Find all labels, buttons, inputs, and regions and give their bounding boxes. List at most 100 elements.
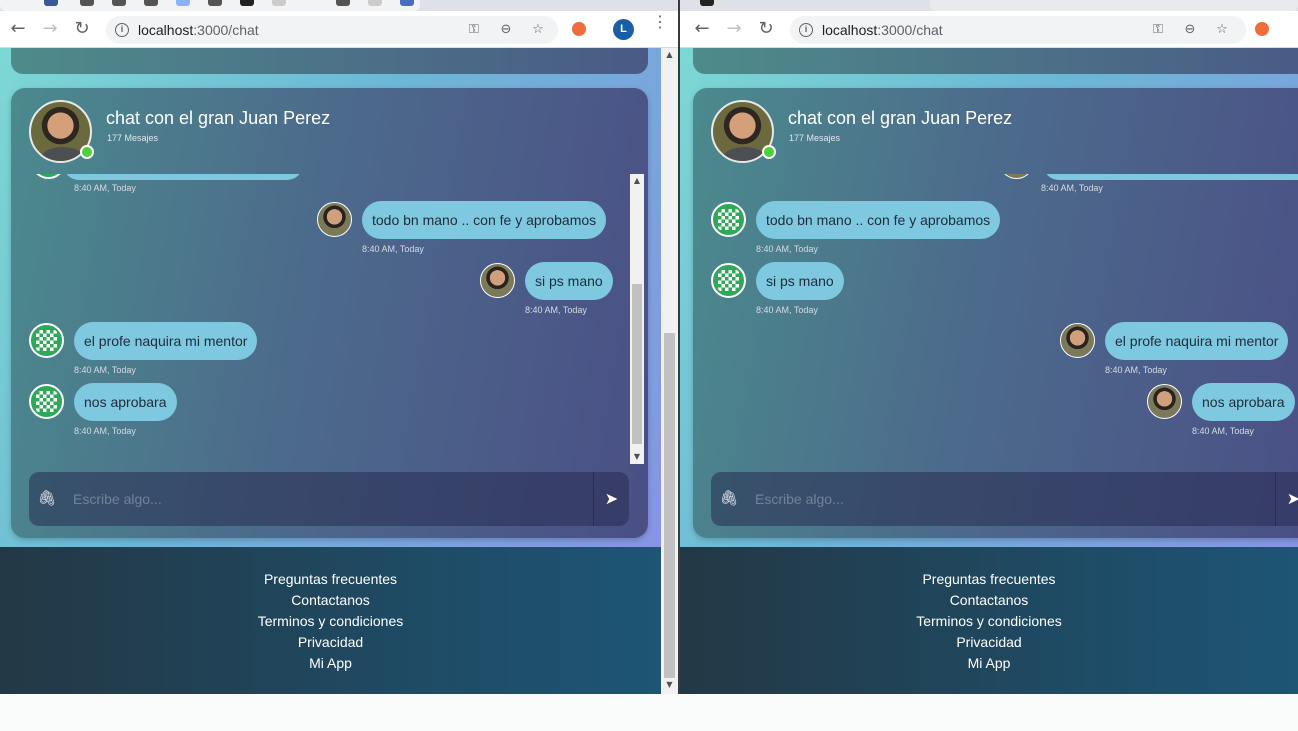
bot-avatar [29, 384, 64, 419]
footer-link-faq[interactable]: Preguntas frecuentes [680, 571, 1298, 587]
chat-page: chat con el gran Juan Perez 177 Mesajes … [0, 48, 661, 694]
message-count: 177 Mesajes [789, 133, 841, 143]
chat-card: chat con el gran Juan Perez 177 Mesajes … [693, 88, 1298, 538]
message-list[interactable]: 8:40 AM, Today todo bn mano .. con fe y … [11, 174, 648, 464]
message-time: 8:40 AM, Today [1192, 426, 1254, 436]
message-time: 8:40 AM, Today [756, 244, 818, 254]
browser-toolbar: ← → ↻ i localhost:3000/chat ⚿ ⊖ ☆ L ⋮ [0, 11, 678, 48]
message-scrollbar[interactable]: ▲ ▼ [630, 174, 644, 464]
tab-icon[interactable] [368, 0, 382, 6]
facebook-tab-icon[interactable] [44, 0, 58, 6]
footer: Preguntas frecuentes Contactanos Termino… [680, 547, 1298, 694]
chat-title: chat con el gran Juan Perez [106, 108, 331, 128]
forward-icon[interactable]: → [722, 17, 746, 41]
message-input[interactable] [755, 487, 1235, 511]
tab-icon[interactable] [400, 0, 414, 6]
info-icon[interactable]: i [115, 23, 129, 37]
online-status-icon [762, 145, 776, 159]
zoom-icon[interactable]: ⊖ [498, 22, 514, 37]
url-host: localhost [822, 22, 878, 38]
message-bubble: el profe naquira mi mentor [74, 322, 258, 360]
scroll-down-icon[interactable]: ▼ [630, 450, 644, 464]
reload-icon[interactable]: ↻ [70, 17, 94, 41]
back-icon[interactable]: ← [690, 17, 714, 41]
tab-icon[interactable] [176, 0, 190, 6]
key-icon[interactable]: ⚿ [466, 22, 482, 37]
footer-link-privacy[interactable]: Privacidad [0, 634, 661, 650]
tab-icon[interactable] [700, 0, 714, 6]
previous-card [693, 48, 1298, 74]
scroll-up-icon[interactable]: ▲ [661, 50, 678, 59]
chat-title: chat con el gran Juan Perez [788, 108, 1013, 128]
bot-avatar [711, 202, 746, 237]
message-time: 8:40 AM, Today [1041, 183, 1103, 193]
address-bar[interactable]: i localhost:3000/chat ⚿ ⊖ ☆ [106, 16, 558, 44]
url-host: localhost [138, 22, 194, 38]
message-time: 8:40 AM, Today [362, 244, 424, 254]
github-tab-icon[interactable] [112, 0, 126, 6]
user-avatar [317, 202, 352, 237]
bot-avatar [29, 323, 64, 358]
url-text[interactable]: localhost:3000/chat [822, 22, 943, 38]
footer-link-app[interactable]: Mi App [680, 655, 1298, 671]
footer: Preguntas frecuentes Contactanos Termino… [0, 547, 661, 694]
message-bubble [63, 174, 303, 180]
scroll-up-icon[interactable]: ▲ [630, 174, 644, 188]
attachment-icon[interactable]: 🖇 [719, 489, 739, 509]
url-path: :3000/chat [877, 22, 943, 38]
message-count: 177 Mesajes [107, 133, 159, 143]
message-bubble: si ps mano [756, 262, 844, 300]
tab-strip [680, 0, 1298, 11]
github-tab-icon[interactable] [208, 0, 222, 6]
message-bubble: todo bn mano .. con fe y aprobamos [362, 201, 607, 239]
extension-icon[interactable] [1255, 22, 1269, 36]
profile-avatar[interactable]: L [613, 19, 634, 40]
star-icon[interactable]: ☆ [1214, 22, 1230, 37]
tab-icon[interactable] [272, 0, 286, 6]
back-icon[interactable]: ← [6, 17, 30, 41]
extension-icon[interactable] [572, 22, 586, 36]
message-bubble: nos aprobara [1192, 383, 1295, 421]
github-tab-icon[interactable] [80, 0, 94, 6]
menu-icon[interactable]: ⋮ [652, 15, 668, 31]
address-bar[interactable]: i localhost:3000/chat ⚿ ⊖ ☆ [790, 16, 1246, 44]
footer-link-terms[interactable]: Terminos y condiciones [0, 613, 661, 629]
scroll-thumb[interactable] [632, 284, 642, 444]
message-bubble: si ps mano [525, 262, 613, 300]
star-icon[interactable]: ☆ [530, 22, 546, 37]
scroll-down-icon[interactable]: ▼ [661, 680, 678, 689]
send-icon[interactable]: ➤ [1275, 472, 1298, 526]
page-scroll-thumb[interactable] [664, 333, 675, 678]
message-time: 8:40 AM, Today [74, 365, 136, 375]
reload-icon[interactable]: ↻ [754, 17, 778, 41]
github-tab-icon[interactable] [144, 0, 158, 6]
zoom-icon[interactable]: ⊖ [1182, 22, 1198, 37]
attachment-icon[interactable]: 🖇 [37, 489, 57, 509]
footer-link-privacy[interactable]: Privacidad [680, 634, 1298, 650]
online-status-icon [80, 145, 94, 159]
info-icon[interactable]: i [799, 23, 813, 37]
footer-link-faq[interactable]: Preguntas frecuentes [0, 571, 661, 587]
github-tab-icon[interactable] [336, 0, 350, 6]
message-input[interactable] [73, 487, 553, 511]
key-icon[interactable]: ⚿ [1150, 22, 1166, 37]
footer-link-contact[interactable]: Contactanos [0, 592, 661, 608]
message-bubble: todo bn mano .. con fe y aprobamos [756, 201, 1001, 239]
message-bubble: nos aprobara [74, 383, 177, 421]
tab-icon[interactable] [240, 0, 254, 6]
footer-link-contact[interactable]: Contactanos [680, 592, 1298, 608]
footer-link-app[interactable]: Mi App [0, 655, 661, 671]
browser-toolbar: ← → ↻ i localhost:3000/chat ⚿ ⊖ ☆ [680, 11, 1298, 48]
url-path: :3000/chat [193, 22, 259, 38]
message-time: 8:40 AM, Today [756, 305, 818, 315]
inactive-tab[interactable] [930, 0, 1298, 11]
chat-card: chat con el gran Juan Perez 177 Mesajes … [11, 88, 648, 538]
url-text[interactable]: localhost:3000/chat [138, 22, 259, 38]
page-scrollbar[interactable]: ▲ ▼ [661, 48, 678, 694]
send-icon[interactable]: ➤ [593, 472, 629, 526]
footer-link-terms[interactable]: Terminos y condiciones [680, 613, 1298, 629]
message-time: 8:40 AM, Today [74, 426, 136, 436]
forward-icon[interactable]: → [38, 17, 62, 41]
message-list[interactable]: 8:40 AM, Today todo bn mano .. con fe y … [693, 174, 1298, 464]
browser-window-left: ← → ↻ i localhost:3000/chat ⚿ ⊖ ☆ L ⋮ ch… [0, 0, 678, 731]
